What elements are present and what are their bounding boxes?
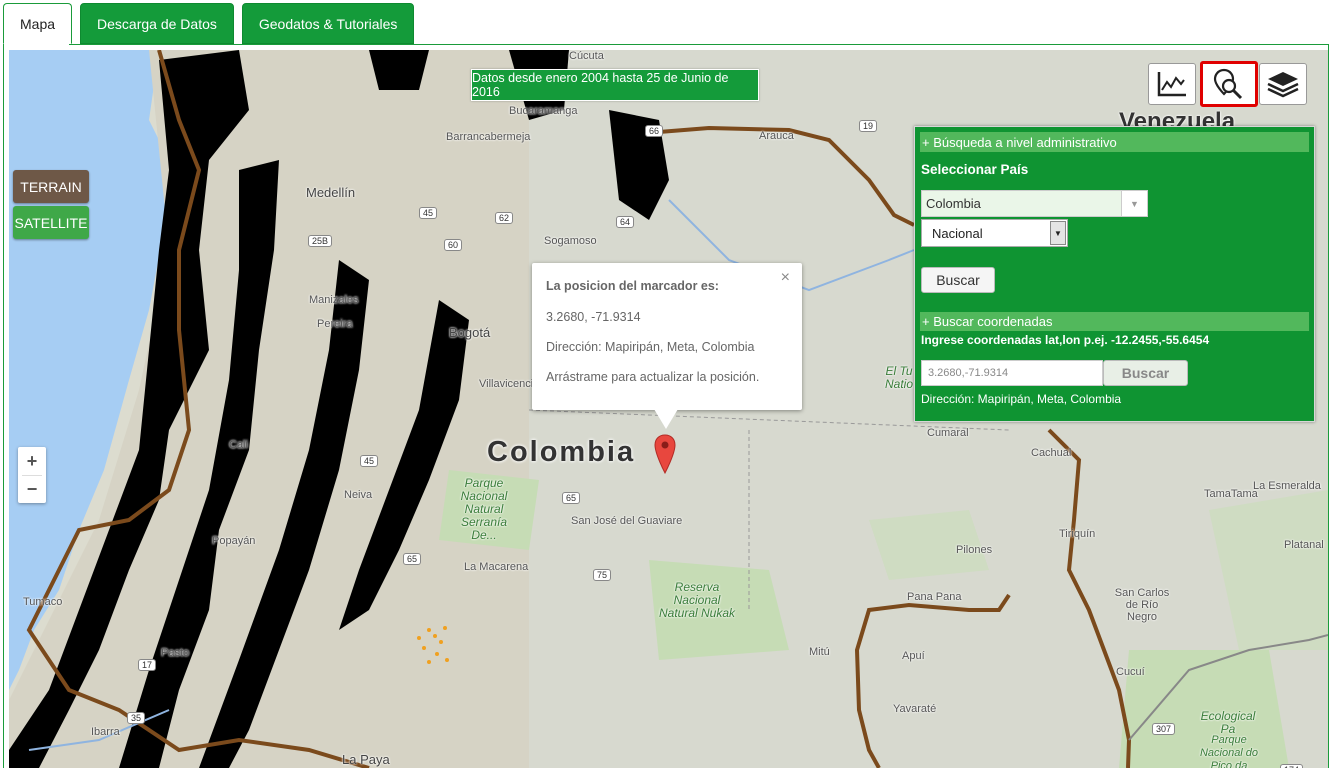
select-country-label: Seleccionar País <box>921 162 1029 177</box>
map-label-pico: Parque Nacional do Pico da <box>1199 734 1259 768</box>
tab-descarga-datos[interactable]: Descarga de Datos <box>80 3 234 44</box>
road-shield: 19 <box>859 120 878 132</box>
road-shield: 45 <box>360 455 379 467</box>
map-label-la-macarena: La Macarena <box>464 561 529 573</box>
map-label-sogamoso: Sogamoso <box>544 235 597 247</box>
map-label-san-carlos: San Carlos de Río Negro <box>1114 587 1170 623</box>
road-shield: 75 <box>593 569 612 581</box>
admin-search-header[interactable]: + Búsqueda a nivel administrativo <box>920 132 1309 152</box>
map-label-ibarra: Ibarra <box>91 726 120 738</box>
map-label-parque-sierra: Parque Nacional Natural Serranía De... <box>460 476 508 542</box>
coords-hint: Ingrese coordenadas lat,lon p.ej. -12.24… <box>921 333 1210 347</box>
map-label-la-paya: La Paya <box>342 752 390 767</box>
chart-icon <box>1157 72 1186 97</box>
tab-geodatos-tutoriales[interactable]: Geodatos & Tutoriales <box>241 3 415 44</box>
road-shield: 62 <box>495 212 514 224</box>
map-label-cucui: Cucuí <box>1116 666 1145 678</box>
location-search-icon <box>1213 68 1243 100</box>
zoom-out-button[interactable]: − <box>18 475 46 503</box>
map-label-pasto: Pasto <box>161 647 190 659</box>
map-label-colombia: Colombia <box>487 436 636 468</box>
map-label-manizales: Manizales <box>309 294 359 306</box>
map-label-ecological: Ecological Pa <box>1200 709 1256 736</box>
road-shield: 60 <box>444 239 463 251</box>
zoom-divider <box>22 475 42 476</box>
location-search-button[interactable] <box>1200 61 1258 107</box>
map-label-villavicencio: Villavicencio <box>479 378 540 390</box>
admin-search-button[interactable]: Buscar <box>921 267 995 293</box>
map-label-cumaral: Cumaral <box>927 427 969 439</box>
map-label-platanal: Platanal <box>1284 539 1324 551</box>
tab-underline <box>69 44 1329 45</box>
layers-icon <box>1267 72 1299 98</box>
map-label-yavarate: Yavaraté <box>893 703 937 715</box>
map-label-tama-tama: TamaTama <box>1204 488 1258 500</box>
chart-button[interactable] <box>1148 63 1196 105</box>
chevron-down-icon[interactable]: ▼ <box>1121 191 1147 216</box>
road-shield: 17 <box>138 659 157 671</box>
road-shield: 45 <box>419 207 438 219</box>
road-shield: 25B <box>308 235 333 247</box>
road-shield: 64 <box>616 216 635 228</box>
search-panel: + Búsqueda a nivel administrativo Selecc… <box>914 126 1315 422</box>
map-label-pereira: Pereira <box>317 318 353 330</box>
map-label-barrancabermeja: Barrancabermeja <box>446 131 531 143</box>
road-shield: 35 <box>127 712 146 724</box>
map-label-cucuta: Cúcuta <box>569 50 604 62</box>
level-select[interactable]: Nacional ▼ <box>921 219 1068 247</box>
layers-button[interactable] <box>1259 63 1307 105</box>
chevron-down-icon: ▼ <box>1050 221 1066 245</box>
road-shield: 307 <box>1152 723 1176 735</box>
popup-title: La posicion del marcador es: <box>546 279 719 293</box>
map-marker-icon[interactable] <box>654 434 676 474</box>
road-shield: 174 <box>1280 764 1304 768</box>
coords-search-header[interactable]: + Buscar coordenadas <box>920 312 1309 331</box>
terrain-button[interactable]: TERRAIN <box>13 170 89 203</box>
map-label-tiriquin: Tiriquín <box>1059 528 1096 540</box>
map-label-arauca: Arauca <box>759 130 794 142</box>
map-label-neiva: Neiva <box>344 489 373 501</box>
map-label-bogota: Bogotá <box>449 325 491 340</box>
map-label-reserva-nukak: Reserva Nacional Natural Nukak <box>658 580 736 620</box>
map-label-tumaco: Tumaco <box>23 596 63 608</box>
popup-coords: 3.2680, -71.9314 <box>546 310 641 324</box>
tab-mapa[interactable]: Mapa <box>3 3 73 44</box>
marker-info-window: × La posicion del marcador es: 3.2680, -… <box>532 263 802 429</box>
map-label-pilones: Pilones <box>956 544 993 556</box>
map-label-la-esmeralda: La Esmeralda <box>1253 480 1321 492</box>
zoom-control: + − <box>18 447 46 503</box>
close-icon[interactable]: × <box>781 269 790 287</box>
country-value: Colombia <box>926 196 981 211</box>
tab-bar: Mapa Descarga de Datos Geodatos & Tutori… <box>3 3 415 45</box>
level-value: Nacional <box>932 225 983 241</box>
map-label-apui: Apuí <box>902 650 925 662</box>
coords-direction: Dirección: Mapiripán, Meta, Colombia <box>921 392 1122 406</box>
map-label-el-tuparro: El Tu Natio <box>884 364 913 391</box>
map-label-cachual: Cachual <box>1031 447 1072 459</box>
country-combobox[interactable]: Colombia ▼ <box>921 190 1148 217</box>
map-label-san-jose: San José del Guaviare <box>571 515 683 527</box>
zoom-in-button[interactable]: + <box>18 447 46 475</box>
map-label-popayan: Popayán <box>212 535 256 547</box>
road-shield: 65 <box>403 553 422 565</box>
popup-address: Dirección: Mapiripán, Meta, Colombia <box>546 340 755 354</box>
map-label-medellin: Medellín <box>306 185 356 200</box>
map-label-cali: Cali <box>229 439 248 451</box>
date-range-banner: Datos desde enero 2004 hasta 25 de Junio… <box>471 69 759 101</box>
map-label-pana-pana: Pana Pana <box>907 591 962 603</box>
satellite-button[interactable]: SATELLITE <box>13 206 89 239</box>
popup-hint: Arrástrame para actualizar la posición. <box>546 370 760 384</box>
map-label-mitu: Mitú <box>809 646 830 658</box>
map-label-bucaramanga: Bucaramanga <box>509 105 578 117</box>
coords-input[interactable]: 3.2680,-71.9314 <box>921 360 1103 386</box>
road-shield: 66 <box>645 125 664 137</box>
road-shield: 65 <box>562 492 581 504</box>
popup-tail <box>654 409 678 429</box>
coords-search-button[interactable]: Buscar <box>1103 360 1188 386</box>
